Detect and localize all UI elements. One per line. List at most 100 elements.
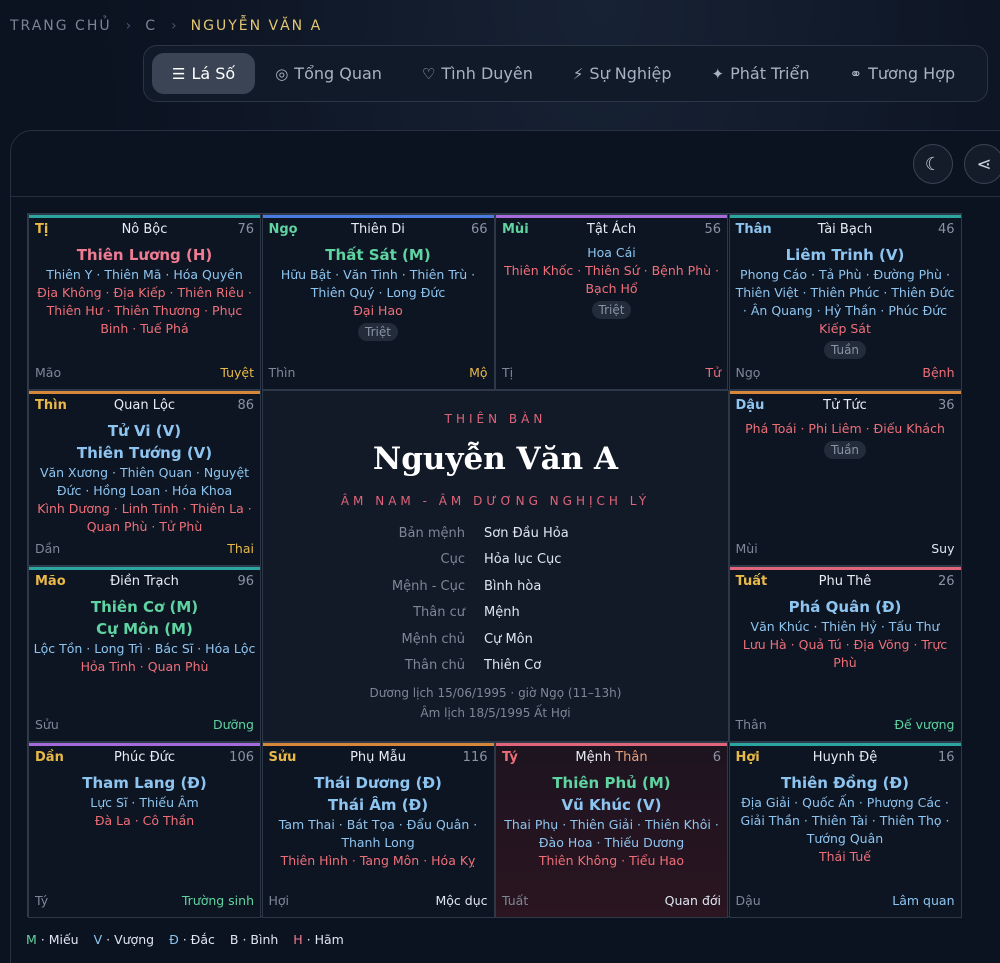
info-key: Mệnh chủ (401, 631, 465, 647)
good-stars: Thai Phụ · Thiên Giải · Thiên Khôi · Đào… (504, 817, 719, 850)
palace-cell[interactable]: Tị Nô Bộc 76 Thiên Lương (H) Thiên Y · Thiên… (28, 214, 261, 390)
tab-label: Tình Duyên (441, 64, 533, 83)
chevron-right-icon: › (125, 18, 132, 34)
good-stars: Hữu Bật · Văn Tinh · Thiên Trù · Thiên Q… (280, 267, 476, 300)
breadcrumb: TRANG CHỦ › C › NGUYỄN VĂN A (10, 18, 322, 34)
cycle-branch: Dậu (735, 893, 761, 908)
palace-name: Tử Tức (730, 398, 961, 413)
good-stars: Hoa Cái (587, 245, 636, 260)
palace-cell[interactable]: Mão Điền Trạch 96 Thiên Cơ (M) Cự Môn (M) Lộc… (28, 566, 261, 742)
tab-3[interactable]: ⚡ Sự Nghiệp (553, 53, 692, 94)
major-star: Thiên Tướng (V) (76, 444, 213, 462)
info-row: Cục Hỏa lục Cục (263, 547, 728, 573)
bad-stars: Hỏa Tinh · Quan Phù (80, 659, 209, 674)
good-stars: Địa Giải · Quốc Ấn · Phượng Các · Giải T… (740, 795, 950, 846)
bad-stars: Phá Toái · Phi Liêm · Điếu Khách (745, 421, 945, 436)
palace-cell[interactable]: Hợi Huynh Đệ 16 Thiên Đồng (Đ) Địa Giải · Qu… (728, 742, 962, 918)
palace-stars: Thiên Cơ (M) Cự Môn (M) Lộc Tồn · Long Trì… (33, 596, 256, 676)
palace-stars: Thái Dương (Đ) Thái Âm (Đ) Tam Thai · Bát … (267, 772, 490, 870)
tab-5[interactable]: ⚭ Tương Hợp (829, 53, 975, 94)
palace-name: Tài Bạch (730, 222, 961, 237)
palace-accent-bar (496, 743, 727, 746)
date-info: Dương lịch 15/06/1995 · giờ Ngọ (11–13h)… (263, 683, 728, 723)
life-stage: Tuyệt (220, 365, 254, 380)
palace-cell[interactable]: Ngọ Thiên Di 66 Thất Sát (M) Hữu Bật · Văn T… (261, 214, 495, 390)
legend-item: B · Bình (229, 932, 279, 947)
major-star: Thiên Đồng (Đ) (781, 774, 909, 792)
legend-key: M (26, 932, 37, 947)
cycle-branch: Sửu (35, 717, 59, 732)
palace-stars: Thiên Đồng (Đ) Địa Giải · Quốc Ấn · Phượn… (734, 772, 957, 866)
good-stars: Phong Cáo · Tả Phù · Đường Phù · Thiên V… (735, 267, 955, 318)
life-stage: Mộc dục (435, 893, 488, 908)
tab-4[interactable]: ✦ Phát Triển (692, 53, 830, 94)
legend-text: Miếu (48, 932, 79, 947)
palace-number: 86 (237, 398, 254, 413)
palace-cell[interactable]: Dần Phúc Đức 106 Tham Lang (Đ) Lực Sĩ · Thiế… (28, 742, 261, 918)
good-stars: Thiên Y · Thiên Mã · Hóa Quyền (46, 267, 243, 282)
major-star: Thiên Phủ (M) (552, 774, 671, 792)
share-icon[interactable]: ⋖ (964, 144, 1000, 184)
palace-stars: Thất Sát (M) Hữu Bật · Văn Tinh · Thiên T… (267, 244, 490, 341)
palace-name: Quan Lộc (29, 398, 260, 413)
info-key: Bản mệnh (398, 526, 465, 541)
bad-stars: Thiên Hình · Tang Môn · Hóa Kỵ (280, 853, 476, 868)
life-stage: Đế vượng (894, 717, 955, 732)
palace-number: 36 (937, 398, 955, 413)
palace-cell[interactable]: Mùi Tật Ách 56 Hoa Cái Thiên Khốc · Thiên Sứ… (495, 214, 728, 390)
info-value: Sơn Đầu Hỏa (484, 526, 569, 541)
chevron-right-icon: › (171, 18, 177, 34)
tab-label: Lá Số (191, 64, 236, 83)
major-star: Tử Vi (V) (107, 422, 182, 440)
legend: M · Miếu V · Vượng Đ · Đắc B · Bình H · Hãm (26, 932, 344, 947)
cycle-branch: Tý (35, 893, 49, 908)
palace-title: Phu Thê (818, 574, 872, 589)
good-stars: Tam Thai · Bát Tọa · Đẩu Quân · Thanh Lo… (278, 817, 478, 850)
palace-cell[interactable]: Sửu Phụ Mẫu 116 Thái Dương (Đ) Thái Âm (Đ) Ta… (261, 742, 495, 918)
breadcrumb-c[interactable]: C (145, 18, 157, 34)
major-star: Vũ Khúc (V) (561, 796, 662, 814)
palace-accent-bar (496, 215, 727, 218)
palace-cell[interactable]: Tý Mệnh Thân 6 Thiên Phủ (M) Vũ Khúc (V) Thai… (495, 742, 728, 918)
tab-icon: ⚡ (572, 64, 584, 83)
tab-0[interactable]: ☰ Lá Số (152, 53, 256, 94)
good-stars: Lực Sĩ · Thiếu Âm (90, 795, 199, 810)
tab-1[interactable]: ◎ Tổng Quan (255, 53, 402, 94)
palace-title: Điền Trạch (110, 574, 179, 589)
palace-accent-bar (729, 743, 961, 746)
legend-key: Đ (169, 932, 179, 947)
major-star: Thất Sát (M) (325, 246, 431, 264)
palace-number: 56 (704, 222, 721, 237)
tab-icon: ◎ (275, 64, 289, 83)
life-stage: Dưỡng (212, 717, 254, 732)
good-stars: Văn Khúc · Thiên Hỷ · Tấu Thư (750, 619, 940, 634)
bad-stars: Thiên Không · Tiểu Hao (538, 853, 685, 868)
legend-item: H · Hãm (293, 932, 344, 947)
palace-accent-bar (729, 567, 961, 570)
palace-stars: Tử Vi (V) Thiên Tướng (V) Văn Xương · Thiê… (33, 420, 256, 536)
life-stage: Lâm quan (892, 893, 955, 908)
palace-number: 76 (237, 222, 254, 237)
palace-stars: Tham Lang (Đ) Lực Sĩ · Thiếu Âm Đà La · Cô… (33, 772, 256, 830)
life-stage: Tử (705, 365, 721, 380)
tab-2[interactable]: ♡ Tình Duyên (402, 53, 553, 94)
breadcrumb-home[interactable]: TRANG CHỦ (10, 18, 112, 34)
tab-icon: ✦ (711, 64, 725, 83)
info-key: Mệnh - Cục (391, 578, 465, 594)
palace-name: Thiên Di (263, 222, 494, 237)
palace-cell[interactable]: Dậu Tử Tức 36 Phá Toái · Phi Liêm · Điếu Kh… (728, 390, 962, 566)
palace-cell[interactable]: Tuất Phu Thê 26 Phá Quân (Đ) Văn Khúc · Thiê… (728, 566, 962, 742)
info-row: Bản mệnh Sơn Đầu Hỏa (263, 521, 728, 547)
palace-cell[interactable]: Thìn Quan Lộc 86 Tử Vi (V) Thiên Tướng (V) Vă… (28, 390, 261, 566)
moon-icon[interactable]: ☾ (913, 144, 953, 184)
palace-cell[interactable]: Thân Tài Bạch 46 Liêm Trinh (V) Phong Cáo · … (728, 214, 962, 390)
palace-title: Huynh Đệ (812, 750, 878, 765)
cycle-branch: Dần (35, 541, 61, 556)
legend-key: V (93, 932, 103, 947)
palace-title: Phụ Mẫu (350, 750, 406, 765)
info-row: Thân cư Mệnh (263, 600, 728, 626)
cycle-branch: Thìn (268, 365, 296, 380)
info-row: Mệnh chủ Cự Môn (263, 627, 728, 653)
tab-label: Phát Triển (730, 64, 810, 83)
info-row: Thân chủ Thiên Cơ (263, 653, 728, 679)
